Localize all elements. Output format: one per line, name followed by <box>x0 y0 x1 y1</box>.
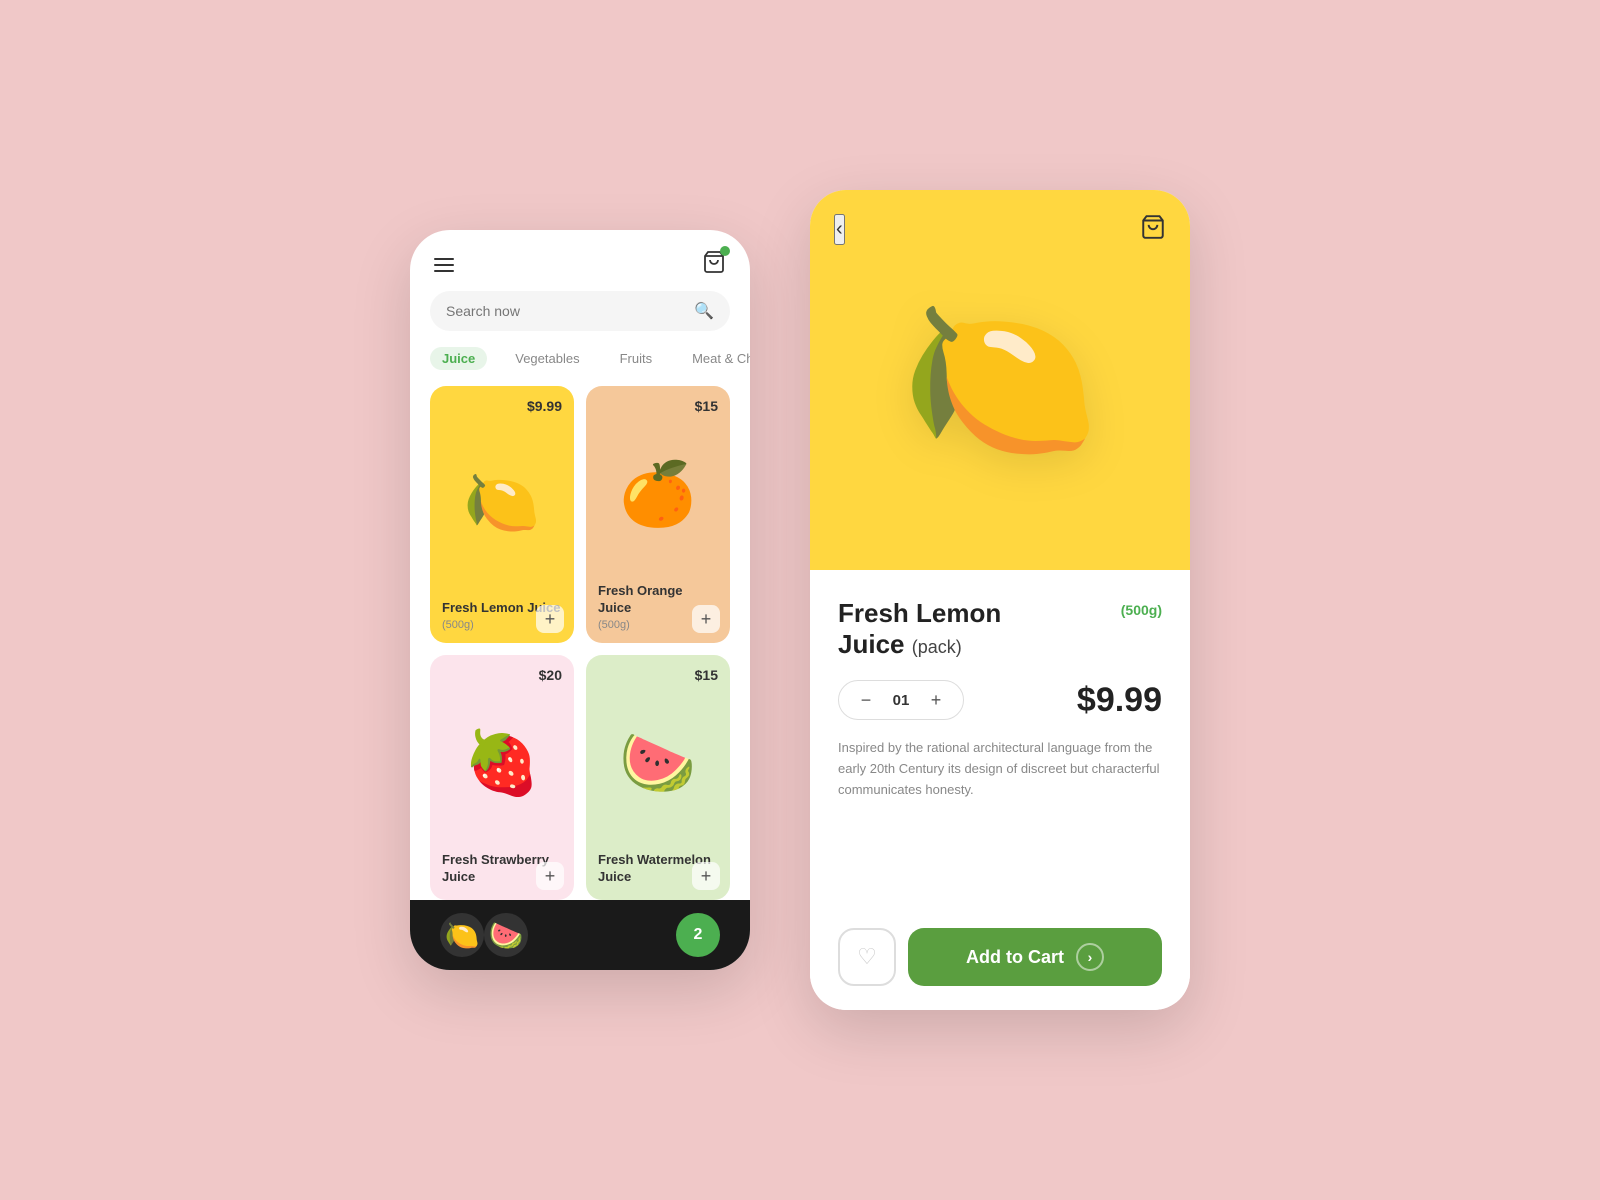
detail-title-block: Fresh Lemon Juice (pack) <box>838 598 1001 660</box>
quantity-decrease-button[interactable]: − <box>855 689 877 711</box>
products-grid: $9.99 🍋 Fresh Lemon Juice (500g) + $15 🍊… <box>410 386 750 900</box>
phone2-hero: ‹ 🍋 <box>810 190 1190 570</box>
product-description: Inspired by the rational architectural l… <box>838 738 1162 908</box>
phones-container: 🔍 Juice Vegetables Fruits Meat & Chic $9… <box>410 190 1190 1010</box>
phone2-hero-nav: ‹ <box>810 214 1190 245</box>
watermelon-add-button[interactable]: + <box>692 862 720 890</box>
product-detail-price: $9.99 <box>1077 681 1162 720</box>
product-card-strawberry[interactable]: $20 🍓 Fresh Strawberry Juice + <box>430 655 574 900</box>
add-to-cart-label: Add to Cart <box>966 947 1064 968</box>
add-to-cart-arrow-icon: › <box>1076 943 1104 971</box>
bottom-watermelon-tab[interactable]: 🍉 <box>484 913 528 957</box>
hero-cart-svg <box>1140 214 1166 240</box>
strawberry-add-button[interactable]: + <box>536 862 564 890</box>
categories-row: Juice Vegetables Fruits Meat & Chic <box>410 347 750 386</box>
product-card-orange[interactable]: $15 🍊 Fresh Orange Juice (500g) + <box>586 386 730 643</box>
quantity-increase-button[interactable]: + <box>925 689 947 711</box>
phone1-list-view: 🔍 Juice Vegetables Fruits Meat & Chic $9… <box>410 230 750 970</box>
back-button[interactable]: ‹ <box>834 214 845 245</box>
product-pack-label: (pack) <box>912 637 962 657</box>
orange-image: 🍊 <box>598 414 718 575</box>
add-to-cart-button[interactable]: Add to Cart › <box>908 928 1162 986</box>
detail-title-row: Fresh Lemon Juice (pack) (500g) <box>838 598 1162 660</box>
watermelon-emoji: 🍉 <box>619 727 696 800</box>
watermelon-price: $15 <box>598 667 718 683</box>
lemon-emoji: 🍋 <box>463 467 540 540</box>
strawberry-image: 🍓 <box>442 683 562 844</box>
cart-notification-dot <box>720 246 730 256</box>
phone1-bottom-nav: 🍋 🍉 2 <box>410 900 750 970</box>
bottom-lemon-tab[interactable]: 🍋 <box>440 913 484 957</box>
phone1-header <box>410 230 750 291</box>
product-name-line1: Fresh Lemon <box>838 598 1001 628</box>
category-fruits[interactable]: Fruits <box>608 347 665 370</box>
orange-add-button[interactable]: + <box>692 605 720 633</box>
orange-emoji: 🍊 <box>619 458 696 531</box>
product-weight-label: (500g) <box>1121 602 1162 618</box>
quantity-price-row: − 01 + $9.99 <box>838 680 1162 720</box>
strawberry-emoji: 🍓 <box>463 727 540 800</box>
product-name-line2: Juice <box>838 629 905 659</box>
cart-count-badge[interactable]: 2 <box>676 913 720 957</box>
lemon-price: $9.99 <box>442 398 562 414</box>
watermelon-image: 🍉 <box>598 683 718 844</box>
category-vegetables[interactable]: Vegetables <box>503 347 591 370</box>
lemon-image: 🍋 <box>442 414 562 592</box>
hamburger-icon[interactable] <box>434 258 454 272</box>
search-icon: 🔍 <box>694 301 714 321</box>
lemon-add-button[interactable]: + <box>536 605 564 633</box>
quantity-control: − 01 + <box>838 680 964 720</box>
category-meat[interactable]: Meat & Chic <box>680 347 750 370</box>
orange-price: $15 <box>598 398 718 414</box>
quantity-value: 01 <box>891 692 911 709</box>
cart-icon-wrapper[interactable] <box>702 250 726 279</box>
wishlist-button[interactable]: ♡ <box>838 928 896 986</box>
hero-cart-icon[interactable] <box>1140 214 1166 245</box>
category-juice[interactable]: Juice <box>430 347 487 370</box>
product-full-title: Fresh Lemon Juice (pack) <box>838 598 1001 660</box>
hero-lemon-image: 🍋 <box>900 300 1099 460</box>
phone2-detail-section: Fresh Lemon Juice (pack) (500g) − 01 + $… <box>810 570 1190 1010</box>
heart-icon: ♡ <box>857 944 877 970</box>
strawberry-price: $20 <box>442 667 562 683</box>
search-bar[interactable]: 🔍 <box>430 291 730 331</box>
product-card-watermelon[interactable]: $15 🍉 Fresh Watermelon Juice + <box>586 655 730 900</box>
action-row: ♡ Add to Cart › <box>838 928 1162 986</box>
phone2-detail-view: ‹ 🍋 Fresh Lemon Juice (pack <box>810 190 1190 1010</box>
phone1-content: 🔍 Juice Vegetables Fruits Meat & Chic $9… <box>410 230 750 900</box>
search-input[interactable] <box>446 303 686 319</box>
product-card-lemon[interactable]: $9.99 🍋 Fresh Lemon Juice (500g) + <box>430 386 574 643</box>
